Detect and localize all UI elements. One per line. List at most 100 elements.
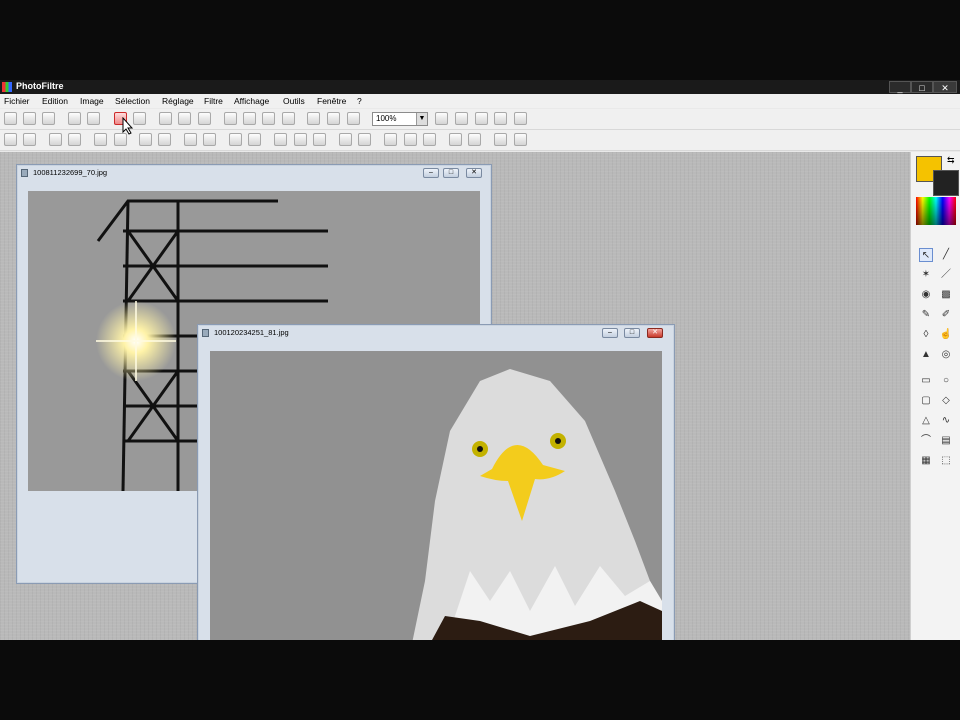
contrast-down-icon[interactable] [94,133,107,146]
fit-select-icon[interactable]: ⬚ [939,454,953,468]
diamond-shape-icon[interactable]: ◇ [939,394,953,408]
image-browser-icon[interactable] [307,112,320,125]
transform-icon[interactable] [468,133,481,146]
gamma-up-icon[interactable] [203,133,216,146]
filter-toolbar [0,130,960,151]
zoom-select[interactable]: 100% ▼ [372,112,428,126]
triangle-shape-icon[interactable]: △ [919,414,933,428]
background-color-swatch[interactable] [933,170,959,196]
load-shape-icon[interactable]: ▤ [939,434,953,448]
stamp-icon[interactable]: ▲ [919,348,933,362]
open-folder-icon[interactable] [23,112,36,125]
mask-select-icon[interactable]: ▦ [919,454,933,468]
maximize-button[interactable]: □ [911,81,933,93]
brightness-down-icon[interactable] [49,133,62,146]
blur-drop-icon[interactable]: ◊ [919,328,933,342]
auto-levels-icon[interactable] [4,133,17,146]
grayscale-icon[interactable] [229,133,242,146]
magic-wand-icon[interactable]: ✶ [919,268,933,282]
rotate-left-icon[interactable] [339,133,352,146]
zoom-in-icon[interactable] [435,112,448,125]
menu-selection[interactable]: Sélection [115,96,150,106]
clone-icon[interactable]: ◎ [939,348,953,362]
auto-contrast-icon[interactable] [23,133,36,146]
flip-vertical-icon[interactable] [404,133,417,146]
saturation-up-icon[interactable] [158,133,171,146]
redo-icon[interactable] [133,112,146,125]
print-icon[interactable] [68,112,81,125]
sepia-icon[interactable] [248,133,261,146]
doc-maximize-button[interactable]: □ [624,328,640,338]
document-title: 100811232699_70.jpg [33,168,108,177]
sharpen-icon[interactable] [313,133,326,146]
doc-minimize-button[interactable]: – [602,328,618,338]
image-file-icon [202,329,209,337]
plugin-icon[interactable] [327,112,340,125]
ellipse-shape-icon[interactable]: ○ [939,374,953,388]
saturation-down-icon[interactable] [139,133,152,146]
flip-horizontal-icon[interactable] [384,133,397,146]
rotate-right-icon[interactable] [358,133,371,146]
mask-icon[interactable] [178,112,191,125]
minimize-button[interactable]: _ [889,81,911,93]
window-icon[interactable] [347,112,360,125]
spray-icon[interactable]: ▩ [939,288,953,302]
scan-icon[interactable] [87,112,100,125]
main-toolbar: 100% ▼ [0,109,960,130]
menu-edition[interactable]: Edition [42,96,68,106]
image-size-icon[interactable] [423,133,436,146]
soften-icon[interactable] [294,133,307,146]
fit-window-icon[interactable] [494,112,507,125]
advanced-brush-icon[interactable]: ✐ [939,308,953,322]
menu-image[interactable]: Image [80,96,104,106]
crop-icon[interactable] [262,112,275,125]
lasso-icon[interactable]: ∿ [939,414,953,428]
close-button[interactable]: ✕ [933,81,957,93]
menu-fichier[interactable]: Fichier [4,96,30,106]
paste-as-new-icon[interactable] [243,112,256,125]
doc-close-button[interactable]: ✕ [466,168,482,178]
finger-icon[interactable]: ☝ [939,328,953,342]
menu-fenetre[interactable]: Fenêtre [317,96,346,106]
doc-minimize-button[interactable]: – [423,168,439,178]
document-title: 100120234251_81.jpg [214,328,289,337]
color-palette[interactable] [916,197,956,225]
canvas-size-icon[interactable] [449,133,462,146]
selection-tool-icon[interactable]: ↖ [919,248,933,262]
bald-eagle-image-graphic [210,351,662,640]
grid-icon[interactable] [159,112,172,125]
line-draw-icon[interactable]: ／ [939,268,953,282]
chevron-down-icon[interactable]: ▼ [416,113,427,125]
gamma-down-icon[interactable] [184,133,197,146]
new-file-icon[interactable] [4,112,17,125]
menu-filtre[interactable]: Filtre [204,96,223,106]
fill-bucket-icon[interactable]: ◉ [919,288,933,302]
brush-icon[interactable]: ✎ [919,308,933,322]
fullscreen-icon[interactable] [514,112,527,125]
rounded-rectangle-icon[interactable]: ▢ [919,394,933,408]
zoom-out-icon[interactable] [455,112,468,125]
swap-colors-icon[interactable]: ⇆ [947,155,955,166]
paste-icon[interactable] [198,112,211,125]
save-icon[interactable] [42,112,55,125]
bald-eagle-image[interactable] [210,351,662,640]
actual-size-icon[interactable] [475,112,488,125]
duplicate-icon[interactable] [494,133,507,146]
menu-bar: Fichier Edition Image Sélection Réglage … [0,94,960,108]
document-window-2[interactable]: 100120234251_81.jpg – □ ✕ [197,324,675,640]
text-icon[interactable] [282,112,295,125]
menu-outils[interactable]: Outils [283,96,305,106]
menu-reglage[interactable]: Réglage [162,96,194,106]
image-file-icon [21,169,28,177]
layers-icon[interactable] [514,133,527,146]
line-tool-icon[interactable]: ╱ [939,248,953,262]
rectangle-shape-icon[interactable]: ▭ [919,374,933,388]
menu-help[interactable]: ? [357,96,362,106]
doc-close-button[interactable]: ✕ [647,328,663,338]
brightness-up-icon[interactable] [68,133,81,146]
copy-icon[interactable] [224,112,237,125]
blur-icon[interactable] [274,133,287,146]
doc-maximize-button[interactable]: □ [443,168,459,178]
menu-affichage[interactable]: Affichage [234,96,269,106]
polygon-icon[interactable]: ⌒ [919,434,933,448]
